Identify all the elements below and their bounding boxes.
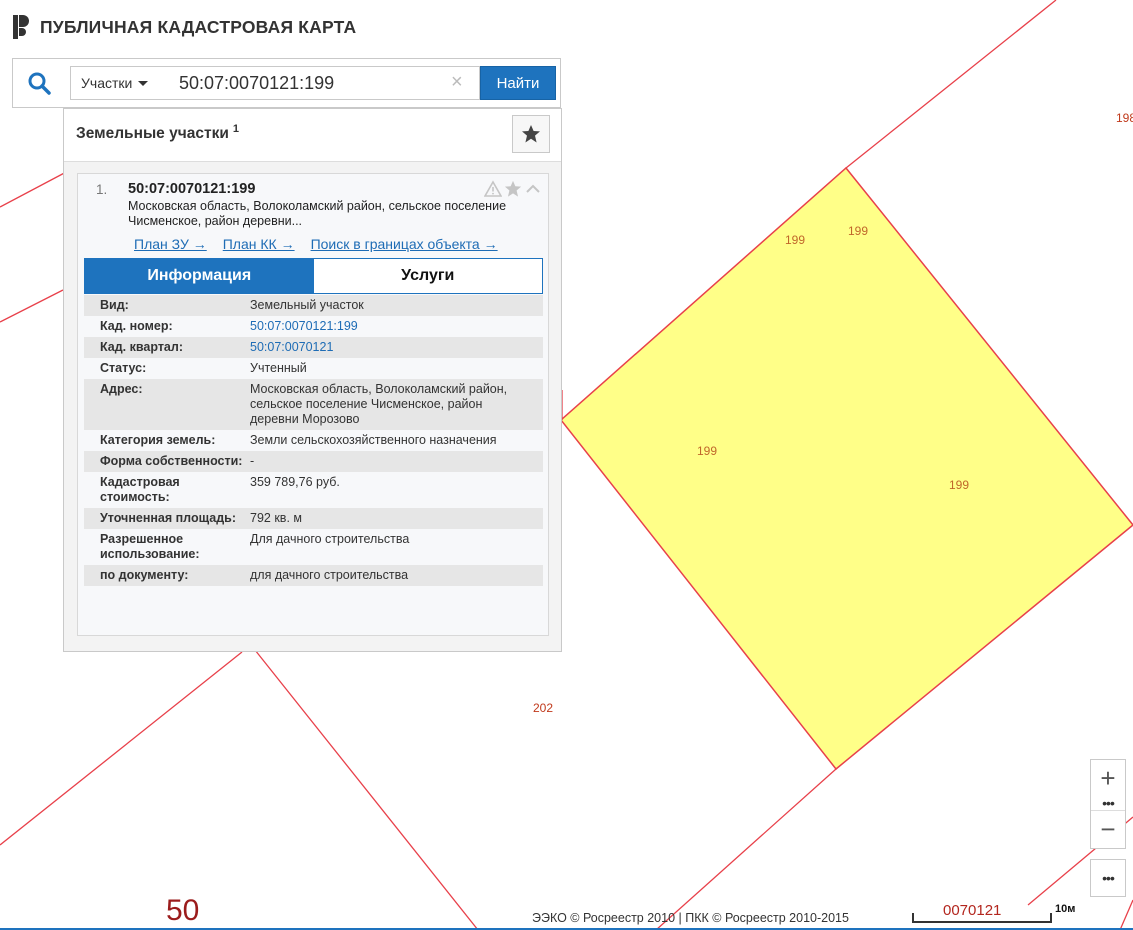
zoom-levels-button[interactable]: ••• (1091, 795, 1125, 811)
info-table: Вид: Земельный участок Кад. номер: 50:07:0… (84, 295, 543, 586)
info-key: Уточненная площадь: (84, 508, 250, 529)
search-type-label: Участки (81, 75, 133, 91)
map-attribution: ЭЭКО © Росреестр 2010 | ПКК © Росреестр … (532, 911, 849, 925)
info-value: - (250, 451, 543, 472)
info-key: Кад. квартал: (84, 337, 250, 358)
info-key: Разрешенное использование: (84, 529, 250, 565)
info-key: Статус: (84, 358, 250, 379)
rosreestr-logo-icon (13, 15, 29, 39)
search-input[interactable] (162, 66, 480, 100)
search-in-bounds-link[interactable]: Поиск в границах объекта → (311, 236, 498, 252)
info-value: 359 789,76 руб. (250, 472, 543, 508)
results-list: 1. 50:07:0070121:199 Московская область,… (64, 162, 561, 651)
caret-down-icon (138, 80, 149, 86)
info-key: Категория земель: (84, 430, 250, 451)
info-key: Форма собственности: (84, 451, 250, 472)
table-row: Форма собственности: - (84, 451, 543, 472)
chevron-up-icon[interactable] (524, 180, 542, 198)
region-label: 50 (166, 894, 199, 927)
info-value: Земельный участок (250, 295, 543, 316)
info-value: 792 кв. м (250, 508, 543, 529)
result-tabs: Информация Услуги (84, 258, 543, 294)
results-panel: Земельные участки 1 1. 50:07:0070121:199 … (63, 108, 562, 652)
clear-icon[interactable]: × (451, 72, 463, 92)
tab-information[interactable]: Информация (85, 259, 314, 293)
app-title: ПУБЛИЧНАЯ КАДАСТРОВАЯ КАРТА (40, 16, 357, 37)
cadastral-quarter-link[interactable]: 50:07:0070121 (250, 340, 333, 354)
parcel-label: 199 (848, 224, 868, 238)
info-key: по документу: (84, 565, 250, 586)
table-row: Адрес: Московская область, Волоколамский … (84, 379, 543, 430)
warning-icon[interactable] (483, 180, 503, 198)
info-value: для дачного строительства (250, 565, 543, 586)
neighbor-parcel-label: 198 (1116, 111, 1133, 125)
table-row: Статус: Учтенный (84, 358, 543, 379)
table-row: Кад. квартал: 50:07:0070121 (84, 337, 543, 358)
results-header: Земельные участки 1 (64, 109, 561, 162)
plan-kk-link[interactable]: План КК → (223, 236, 295, 252)
search-type-select[interactable]: Участки (70, 66, 163, 100)
find-button[interactable]: Найти (480, 66, 556, 100)
more-options-button[interactable]: ••• (1090, 859, 1126, 897)
result-cadastral-number[interactable]: 50:07:0070121:199 (128, 181, 255, 197)
info-key: Адрес: (84, 379, 250, 430)
scale-bar (912, 913, 1052, 923)
table-row: Категория земель: Земли сельскохозяйствен… (84, 430, 543, 451)
info-key: Кад. номер: (84, 316, 250, 337)
favorites-button[interactable] (512, 115, 550, 153)
result-index: 1. (96, 182, 108, 197)
info-value: Московская область, Волоколамский район,… (250, 379, 543, 430)
info-key: Вид: (84, 295, 250, 316)
parcel-label: 199 (697, 444, 717, 458)
result-card[interactable]: 1. 50:07:0070121:199 Московская область,… (77, 173, 549, 636)
zoom-in-button[interactable]: + (1091, 760, 1125, 796)
app-header: ПУБЛИЧНАЯ КАДАСТРОВАЯ КАРТА (12, 12, 356, 42)
results-count: 1 (232, 123, 239, 135)
parcel-label: 199 (949, 478, 969, 492)
info-value: Для дачного строительства (250, 529, 543, 565)
info-value: Учтенный (250, 358, 543, 379)
zoom-control: + ••• − (1090, 759, 1126, 849)
results-title-text: Земельные участки (76, 125, 229, 143)
info-value: Земли сельскохозяйственного назначения (250, 430, 543, 451)
table-row: Вид: Земельный участок (84, 295, 543, 316)
table-row: Уточненная площадь: 792 кв. м (84, 508, 543, 529)
cadastral-number-link[interactable]: 50:07:0070121:199 (250, 319, 358, 333)
search-bar: Участки × Найти (12, 58, 561, 108)
table-row: по документу: для дачного строительства (84, 565, 543, 586)
results-title: Земельные участки 1 (76, 123, 239, 143)
result-address: Московская область, Волоколамский район,… (128, 199, 507, 228)
table-row: Разрешенное использование: Для дачного ст… (84, 529, 543, 565)
star-icon (522, 125, 540, 143)
info-key: Кадастровая стоимость: (84, 472, 250, 508)
star-icon[interactable] (504, 180, 522, 198)
search-icon[interactable] (27, 71, 51, 95)
zoom-out-button[interactable]: − (1091, 810, 1125, 847)
plan-zu-link[interactable]: План ЗУ → (134, 236, 207, 252)
neighbor-parcel-label: 202 (533, 701, 553, 715)
table-row: Кадастровая стоимость: 359 789,76 руб. (84, 472, 543, 508)
tab-services[interactable]: Услуги (313, 259, 542, 293)
table-row: Кад. номер: 50:07:0070121:199 (84, 316, 543, 337)
result-tools (483, 180, 542, 198)
scale-label: 10м (1055, 903, 1076, 915)
result-links: План ЗУ → План КК → Поиск в границах объ… (134, 236, 498, 252)
parcel-label: 199 (785, 233, 805, 247)
